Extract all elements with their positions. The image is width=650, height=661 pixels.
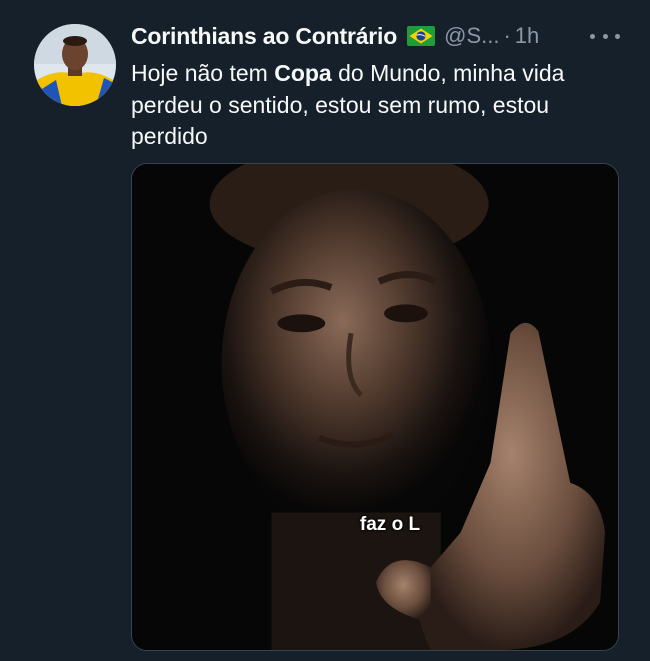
media-caption: faz o L: [359, 514, 421, 535]
tweet-text-part: Hoje não tem: [131, 60, 275, 86]
tweet-header: Corinthians ao Contrário @S... · 1h: [131, 22, 539, 50]
tweet-card[interactable]: Corinthians ao Contrário @S... · 1h Hoje…: [0, 0, 650, 661]
avatar[interactable]: [34, 24, 116, 106]
more-icon[interactable]: [590, 24, 620, 48]
tweet-text: Hoje não tem Copa do Mundo, minha vida p…: [131, 58, 621, 153]
brazil-flag-icon: [407, 26, 436, 46]
separator-dot: ·: [503, 23, 511, 48]
tweet-media-image[interactable]: faz o L: [131, 163, 619, 651]
tweet-text-bold[interactable]: Copa: [274, 60, 332, 86]
timestamp[interactable]: 1h: [515, 23, 539, 49]
author-name[interactable]: Corinthians ao Contrário: [131, 23, 397, 50]
author-handle[interactable]: @S...: [444, 23, 499, 49]
